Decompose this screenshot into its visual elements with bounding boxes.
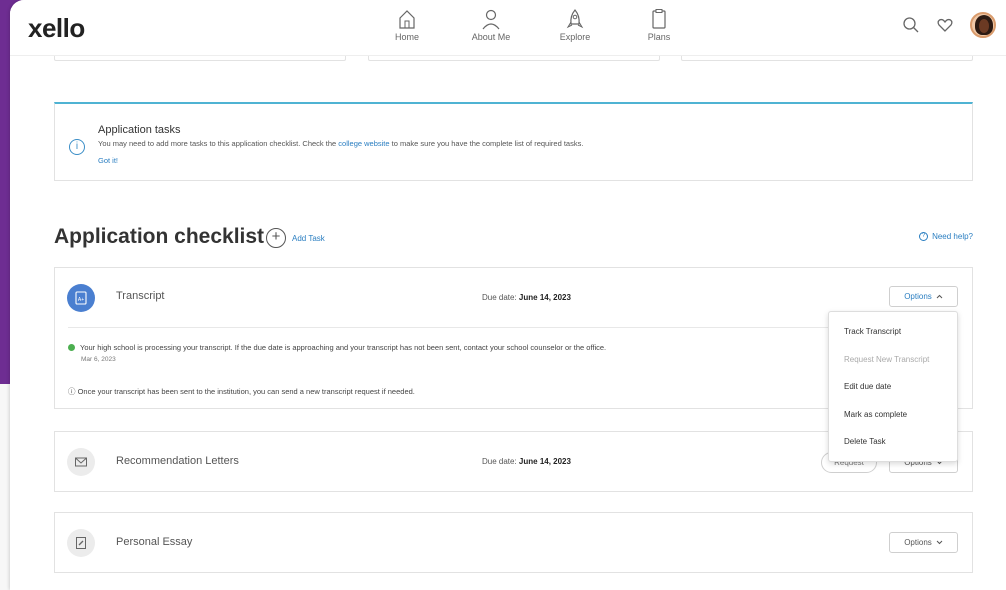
- check-icon: [68, 344, 75, 351]
- menu-item-request-new-transcript: Request New Transcript: [844, 354, 930, 364]
- nav-explore-label: Explore: [559, 32, 591, 42]
- chevron-down-icon: [936, 540, 943, 545]
- info-title: Application tasks: [98, 124, 181, 136]
- person-icon: [482, 9, 500, 30]
- xello-logo[interactable]: xello: [28, 13, 85, 44]
- due-date: Due date: June 14, 2023: [482, 457, 571, 466]
- nav-explore[interactable]: Explore: [533, 8, 617, 42]
- add-task-button[interactable]: + Add Task: [266, 228, 325, 248]
- svg-text:A+: A+: [78, 297, 84, 303]
- transcript-note: ⓘ Once your transcript has been sent to …: [68, 387, 415, 396]
- avatar[interactable]: [970, 12, 996, 38]
- chevron-up-icon: [936, 294, 943, 299]
- transcript-icon: A+: [67, 284, 95, 312]
- status-text: Your high school is processing your tran…: [80, 343, 607, 352]
- application-tasks-info: i Application tasks You may need to add …: [54, 102, 973, 181]
- nav-home-label: Home: [394, 32, 419, 42]
- search-icon[interactable]: [902, 16, 920, 34]
- plus-icon: +: [266, 228, 286, 248]
- help-icon: ?: [919, 232, 929, 241]
- nav-right-actions: [902, 12, 996, 38]
- essay-icon: [67, 529, 95, 557]
- status-date: Mar 6, 2023: [81, 356, 116, 363]
- status-message: Your high school is processing your tran…: [68, 343, 606, 352]
- task-name: Transcript: [116, 290, 165, 302]
- menu-item-mark-as-complete[interactable]: Mark as complete: [829, 401, 957, 429]
- options-button[interactable]: Options: [889, 532, 958, 553]
- envelope-icon: [67, 448, 95, 476]
- nav-about-me-label: About Me: [471, 32, 511, 42]
- task-name: Recommendation Letters: [116, 455, 239, 467]
- nav-plans-label: Plans: [647, 32, 671, 42]
- options-button[interactable]: Options: [889, 286, 958, 307]
- rocket-icon: [566, 9, 584, 29]
- due-date: Due date: June 14, 2023: [482, 293, 571, 302]
- divider: [68, 327, 958, 328]
- menu-item-edit-due-date[interactable]: Edit due date: [829, 373, 957, 401]
- heart-icon[interactable]: [936, 16, 954, 34]
- home-icon: [399, 10, 415, 29]
- add-task-label: Add Task: [292, 233, 325, 243]
- nav-about-me[interactable]: About Me: [449, 8, 533, 42]
- task-card-personal-essay: Personal Essay Options: [54, 512, 973, 573]
- menu-item-track-transcript[interactable]: Track Transcript: [829, 318, 957, 346]
- task-name: Personal Essay: [116, 536, 193, 548]
- top-navigation: xello Home About Me Explore Plans: [10, 0, 1006, 56]
- page-title: Application checklist: [54, 225, 265, 248]
- clipboard-icon: [652, 9, 666, 29]
- info-icon: i: [69, 139, 85, 155]
- nav-home[interactable]: Home: [365, 8, 449, 42]
- nav-menu: Home About Me Explore Plans: [365, 8, 701, 42]
- info-text: You may need to add more tasks to this a…: [98, 139, 584, 148]
- options-dropdown-menu: Track Transcript Request New Transcript …: [828, 311, 958, 462]
- menu-item-delete-task[interactable]: Delete Task: [829, 428, 957, 456]
- need-help-link[interactable]: ? Need help?: [919, 232, 973, 241]
- college-website-link[interactable]: college website: [338, 139, 389, 148]
- got-it-link[interactable]: Got it!: [98, 156, 118, 165]
- options-label: Options: [904, 292, 932, 301]
- nav-plans[interactable]: Plans: [617, 8, 701, 42]
- need-help-label: Need help?: [932, 232, 973, 241]
- options-label: Options: [904, 538, 932, 547]
